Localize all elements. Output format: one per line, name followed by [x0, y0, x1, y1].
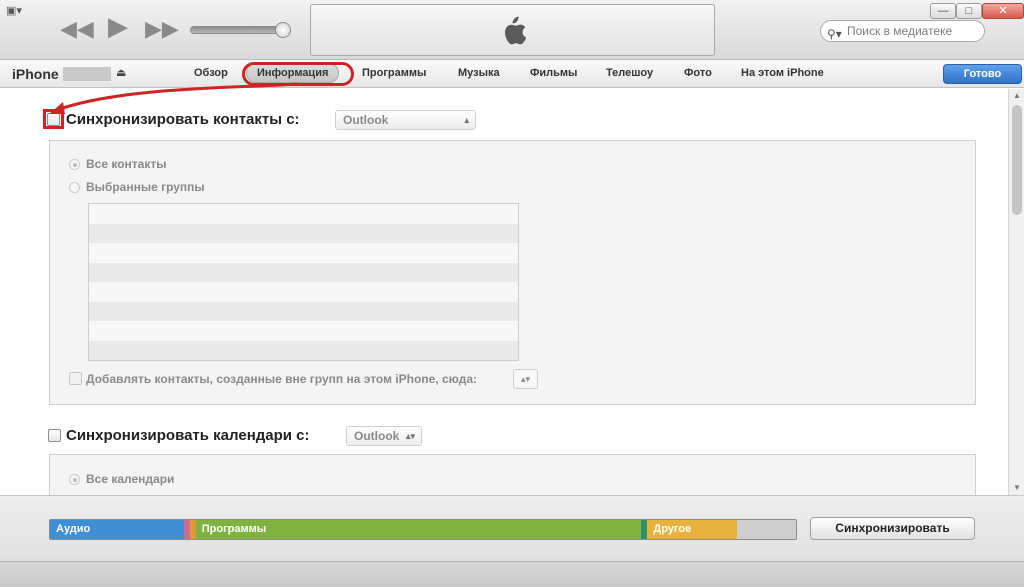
tab-on-this-iphone[interactable]: На этом iPhone — [741, 67, 824, 79]
tab-overview[interactable]: Обзор — [194, 67, 228, 79]
tab-apps[interactable]: Программы — [362, 67, 426, 79]
apple-logo-icon — [505, 16, 527, 45]
fast-forward-icon[interactable]: ▶▶ — [145, 18, 179, 40]
sidebar-menu-icon[interactable]: ▣▾ — [6, 4, 22, 17]
tab-photos[interactable]: Фото — [684, 67, 712, 79]
volume-slider[interactable] — [190, 22, 291, 38]
capacity-segment-0: Аудио — [50, 520, 184, 539]
capacity-bar: Аудио Программы Другое — [49, 519, 797, 540]
search-icon: ⚲▾ — [827, 27, 842, 41]
radio-all-calendars[interactable] — [69, 474, 80, 485]
content-scrollbar[interactable]: ▲ ▼ — [1008, 89, 1024, 495]
list-item[interactable] — [89, 321, 518, 341]
sync-calendars-checkbox[interactable] — [48, 429, 61, 442]
all-contacts-label: Все контакты — [86, 157, 167, 171]
scroll-up-icon[interactable]: ▲ — [1013, 91, 1021, 100]
done-button[interactable]: Готово — [943, 64, 1022, 84]
list-item[interactable] — [89, 301, 518, 321]
maximize-button[interactable]: □ — [956, 3, 982, 19]
add-contacts-label: Добавлять контакты, созданные вне групп … — [86, 372, 478, 386]
select-arrows-icon: ▴ — [464, 115, 469, 125]
contacts-source-value: Outlook — [343, 113, 389, 127]
scroll-down-icon[interactable]: ▼ — [1013, 483, 1021, 492]
list-item[interactable] — [89, 204, 518, 224]
now-playing-display — [310, 4, 715, 56]
scroll-thumb[interactable] — [1012, 105, 1022, 215]
radio-all-contacts[interactable] — [69, 159, 80, 170]
sync-button[interactable]: Синхронизировать — [810, 517, 975, 540]
tab-music[interactable]: Музыка — [458, 67, 500, 79]
contacts-group-select[interactable]: ▴▾ — [513, 369, 538, 389]
calendars-source-value: Outlook — [354, 429, 400, 443]
capacity-segment-small — [736, 520, 796, 539]
contacts-source-select[interactable]: Outlook ▴ — [335, 110, 476, 130]
list-item[interactable] — [89, 243, 518, 263]
rewind-icon[interactable]: ◀◀ — [60, 18, 94, 40]
contact-groups-list[interactable] — [88, 203, 519, 361]
volume-knob[interactable] — [275, 22, 291, 38]
status-bar — [0, 561, 1024, 587]
calendars-source-select[interactable]: Outlook ▴▾ — [346, 426, 422, 446]
device-name-redacted — [63, 67, 111, 81]
selected-groups-label: Выбранные группы — [86, 180, 205, 194]
select-arrows-icon: ▴▾ — [405, 431, 415, 441]
all-calendars-label: Все календари — [86, 472, 175, 486]
list-item[interactable] — [89, 282, 518, 302]
list-item[interactable] — [89, 262, 518, 282]
capacity-segment-3: Программы — [195, 520, 642, 539]
sync-calendars-title: Синхронизировать календари с: — [66, 427, 310, 444]
radio-selected-groups[interactable] — [69, 182, 80, 193]
search-placeholder: Поиск в медиатеке — [847, 24, 953, 38]
player-toolbar: ▣▾ ◀◀ ▶ ▶▶ — □ ✕ ⚲▾ Поиск в медиатеке — [0, 0, 1024, 60]
list-item[interactable] — [89, 223, 518, 243]
tab-movies[interactable]: Фильмы — [530, 67, 577, 79]
sync-contacts-title: Синхронизировать контакты с: — [66, 111, 300, 128]
eject-icon[interactable]: ⏏ — [116, 66, 126, 79]
list-item[interactable] — [89, 340, 518, 360]
add-contacts-checkbox[interactable] — [69, 372, 82, 385]
play-icon[interactable]: ▶ — [108, 13, 128, 39]
capacity-segment-5: Другое — [647, 520, 737, 539]
library-search-input[interactable]: ⚲▾ Поиск в медиатеке — [820, 20, 985, 42]
minimize-button[interactable]: — — [930, 3, 956, 19]
close-button[interactable]: ✕ — [982, 3, 1024, 19]
tab-tvshows[interactable]: Телешоу — [606, 67, 653, 79]
